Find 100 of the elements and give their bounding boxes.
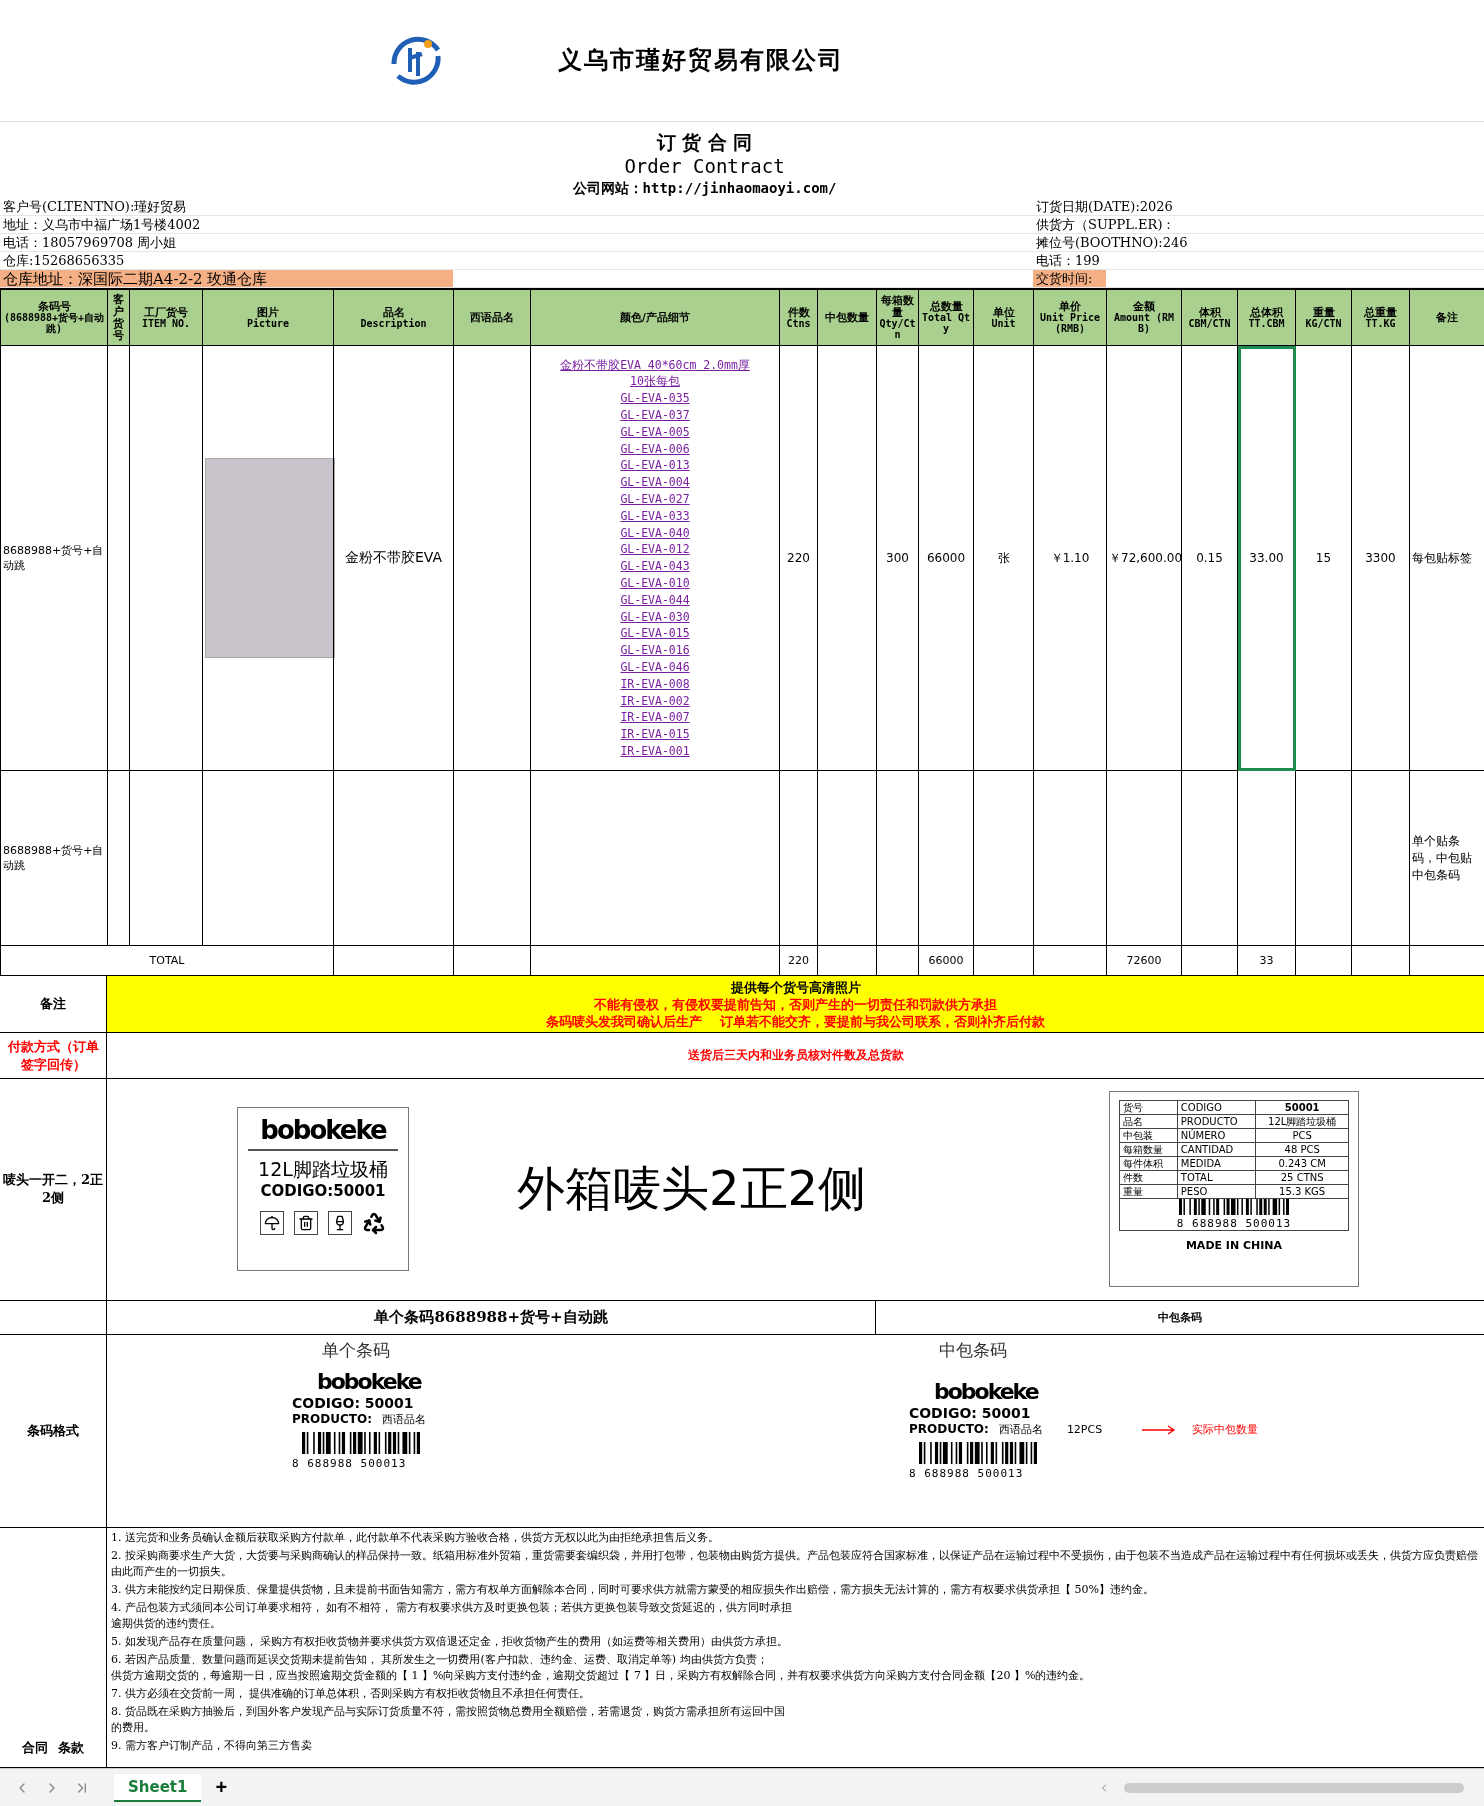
label-cell: 品名	[1119, 1114, 1178, 1129]
cell-text: 每包贴标签	[1412, 549, 1473, 567]
label-cell: TOTAL	[1177, 1170, 1256, 1185]
cell-text: 8688988+货号+自动跳	[3, 543, 105, 574]
column-header: 件数 Ctns	[779, 288, 818, 346]
barcode-title: 单个条码	[322, 1338, 390, 1362]
shipping-mark-caption: 外箱唛头2正2侧	[517, 1159, 867, 1219]
cell-text: 220	[786, 551, 811, 566]
product-code-link[interactable]: GL-EVA-043	[620, 558, 690, 575]
product-code-link[interactable]: IR-EVA-002	[620, 692, 690, 710]
scrollbar[interactable]	[1124, 1782, 1464, 1793]
cell-text: 金粉不带胶EVA	[343, 549, 444, 568]
order-info: 供货方（SUPPL.ER)：	[1035, 215, 1176, 233]
product-code-link[interactable]: GL-EVA-027	[620, 491, 690, 508]
order-info: 订货日期(DATE):2026	[1035, 197, 1173, 215]
company-name: 义乌市瑾好贸易有限公司	[558, 44, 844, 77]
table-cell[interactable]	[1237, 770, 1296, 946]
add-sheet-button[interactable]: +	[215, 1776, 228, 1800]
product-code-link[interactable]: GL-EVA-010	[620, 575, 690, 592]
cell-text: 66000	[927, 954, 965, 968]
term-text: 2. 按采购商要求生产大货，大货要与采购商确认的样品保持一致。纸箱用标准外贸箱，重货需要套编织袋，并用打包带，包装物由购货方提供。产品包装应符合国家标准，以保证产品在运输过程中不受损伤，由于包装不当造成产品在运输过程中有任何损坏或丢失，供货方应负责赔偿由此而产生的一切损失。	[111, 1548, 1479, 1581]
column-header: 单价 Unit Price (RMB)	[1033, 288, 1107, 346]
term-text: 3. 供方未能按约定日期保质、保量提供货物，且未提前书面告知需方，需方有权单方面解除本合同，同时可要求供方就需方蒙受的相应损失作出赔偿，需方损失无法计算的，需方有权要求供货承担【 50%】违约金。	[111, 1582, 1155, 1599]
order-info: 电话：199	[1035, 251, 1100, 269]
column-header: 西语品名	[453, 288, 531, 346]
column-header: 工厂货号 ITEM NO.	[129, 288, 203, 346]
barcode-heading: 单个条码8688988+货号+自动跳	[107, 1300, 876, 1334]
barcode-number: 8 688988 500013	[1175, 1218, 1293, 1231]
product-code-link[interactable]: IR-EVA-015	[620, 726, 690, 743]
remark-text: 不能有侵权，有侵权要提前告知，否则产生的一切责任和罚款供方承担	[594, 995, 997, 1013]
barcode-icon	[1179, 1199, 1289, 1216]
label-cell: 50001	[1255, 1100, 1349, 1115]
column-header: 总数量 Total Qty	[918, 288, 974, 346]
product-code-link[interactable]: IR-EVA-008	[620, 675, 690, 693]
origin-text: MADE IN CHINA	[1185, 1239, 1283, 1254]
product-code-link[interactable]: GL-EVA-016	[620, 642, 690, 659]
product-label: PRODUCTO:	[292, 1412, 372, 1428]
cell-text: 33.00	[1248, 551, 1285, 566]
pack-count: 12PCS	[1066, 1422, 1103, 1437]
product-code-link[interactable]: GL-EVA-005	[620, 423, 690, 441]
client-info: 仓库:15268656335	[2, 251, 125, 269]
label-cell: PESO	[1177, 1184, 1256, 1199]
cell-text: 66000	[925, 551, 967, 566]
barcode-title: 中包条码	[938, 1338, 1007, 1362]
barcode-icon	[302, 1431, 420, 1454]
column-header: 金额 Amount (RMB)	[1106, 288, 1182, 346]
note-text: 实际中包数量	[1192, 1422, 1259, 1437]
client-info: 地址：义乌市中福广场1号楼4002	[2, 215, 201, 233]
product-code-link[interactable]: GL-EVA-040	[620, 524, 690, 542]
brand-logo: bobokeke	[933, 1379, 1038, 1404]
product-code-link[interactable]: GL-EVA-012	[620, 541, 690, 559]
selected-cell[interactable]: 33.00	[1237, 345, 1296, 771]
column-header: 重量 KG/CTN	[1295, 288, 1352, 346]
term-text: 5. 如发现产品存在质量问题， 采购方有权拒收货物并要求供货方双倍退还定金，拒收货物产生的费用（如运费等相关费用）由供货方承担。	[111, 1634, 790, 1651]
product-code-link[interactable]: GL-EVA-037	[620, 407, 690, 424]
product-code-link[interactable]: IR-EVA-007	[620, 709, 690, 727]
label-cell: MEDIDA	[1177, 1156, 1256, 1171]
sheet-tab[interactable]: Sheet1	[114, 1773, 202, 1802]
product-code-link[interactable]: GL-EVA-004	[620, 474, 690, 492]
trash-icon	[294, 1211, 318, 1236]
product-code-link[interactable]: IR-EVA-001	[620, 743, 690, 760]
column-header: 客户货号	[107, 288, 130, 346]
barcode-number: 8 688988 500013	[908, 1467, 1024, 1480]
product-code: CODIGO: 50001	[292, 1393, 414, 1413]
label-cell: PRODUCTO	[1177, 1114, 1256, 1129]
label-cell: 25 CTNS	[1255, 1170, 1349, 1185]
product-code-link[interactable]: GL-EVA-030	[620, 608, 690, 626]
product-code-link[interactable]: GL-EVA-033	[620, 507, 690, 525]
cell-text: 15	[1314, 551, 1333, 566]
term-text: 6. 若因产品质量、数量问题而延误交货期未提前告知， 其所发生之一切费用(客户扣款、违约金、运费、取消定单等) 均由供货方负责；	[111, 1652, 769, 1669]
label-cell: 48 PCS	[1255, 1142, 1349, 1157]
term-text: 1. 送完货和业务员确认金额后获取采购方付款单，此付款单不代表采购方验收合格，供货方无权以此为由拒绝承担售后义务。	[111, 1530, 720, 1547]
product-code-link[interactable]: GL-EVA-046	[620, 659, 690, 676]
client-info: 电话：18057969708 周小姐	[2, 233, 177, 251]
product-code-link[interactable]: GL-EVA-013	[620, 457, 690, 475]
product-code-link[interactable]: GL-EVA-015	[620, 625, 690, 643]
product-code-link[interactable]: GL-EVA-035	[620, 390, 690, 408]
barcode-format-label: 条码格式	[0, 1334, 107, 1528]
term-text: 供货方逾期交货的，每逾期一日，应当按照逾期交货金额的【 1 】%向采购方支付违约金，逾期交货超过【 7 】日，采购方有权解除合同，并有权要求供货方向采购方支付合同金额【20 】%的违约金。	[111, 1668, 1092, 1685]
column-header: 单位 Unit	[973, 288, 1034, 346]
total-label: TOTAL	[148, 954, 186, 968]
column-header: 颜色/产品细节	[530, 288, 780, 346]
label-cell: 中包装	[1119, 1128, 1178, 1143]
column-header: 体积 CBM/CTN	[1181, 288, 1238, 346]
umbrella-icon	[260, 1211, 284, 1236]
product-detail-link[interactable]: 金粉不带胶EVA 40*60cm 2.0mm厚 10张每包	[550, 356, 760, 391]
product-code-link[interactable]: GL-EVA-044	[620, 591, 690, 609]
column-header: 条码号 (8688988+货号+自动跳)	[0, 288, 108, 346]
order-info: 摊位号(BOOTHNO):246	[1035, 233, 1188, 251]
label-cell: PCS	[1255, 1128, 1349, 1143]
product-code: CODIGO: 50001	[908, 1403, 1031, 1423]
client-info: 客户号(CLTENTNO):瑾好贸易	[2, 197, 187, 215]
label-cell: 15.3 KGS	[1255, 1184, 1349, 1199]
cell-text: 8688988+货号+自动跳	[3, 843, 105, 874]
arrow-icon	[1142, 1424, 1177, 1435]
column-header: 备注	[1409, 288, 1484, 346]
column-header: 总重量 TT.KG	[1351, 288, 1410, 346]
column-header: 中包数量	[817, 288, 877, 346]
product-code-link[interactable]: GL-EVA-006	[620, 440, 690, 458]
column-header: 图片 Picture	[202, 288, 334, 346]
